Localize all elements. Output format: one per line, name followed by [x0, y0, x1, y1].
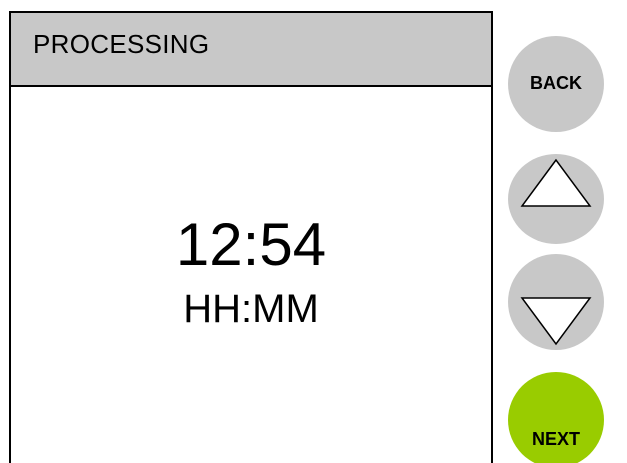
back-button-label: BACK	[530, 73, 582, 93]
up-button[interactable]	[508, 154, 604, 244]
next-button-label: NEXT	[531, 429, 580, 449]
down-button[interactable]	[508, 254, 604, 350]
time-value: 12:54	[175, 211, 327, 278]
next-button[interactable]: NEXT	[508, 372, 604, 463]
screen-title: PROCESSING	[33, 29, 210, 59]
back-button[interactable]: BACK	[508, 36, 604, 132]
screen-panel: PROCESSING 12:54 HH:MM	[9, 11, 493, 463]
triangle-up-icon	[520, 158, 592, 207]
time-unit-label: HH:MM	[183, 287, 319, 331]
triangle-down-icon	[520, 297, 592, 346]
screen-header: PROCESSING	[11, 13, 491, 87]
device-display: PROCESSING 12:54 HH:MM BACK NEXT	[0, 0, 627, 463]
